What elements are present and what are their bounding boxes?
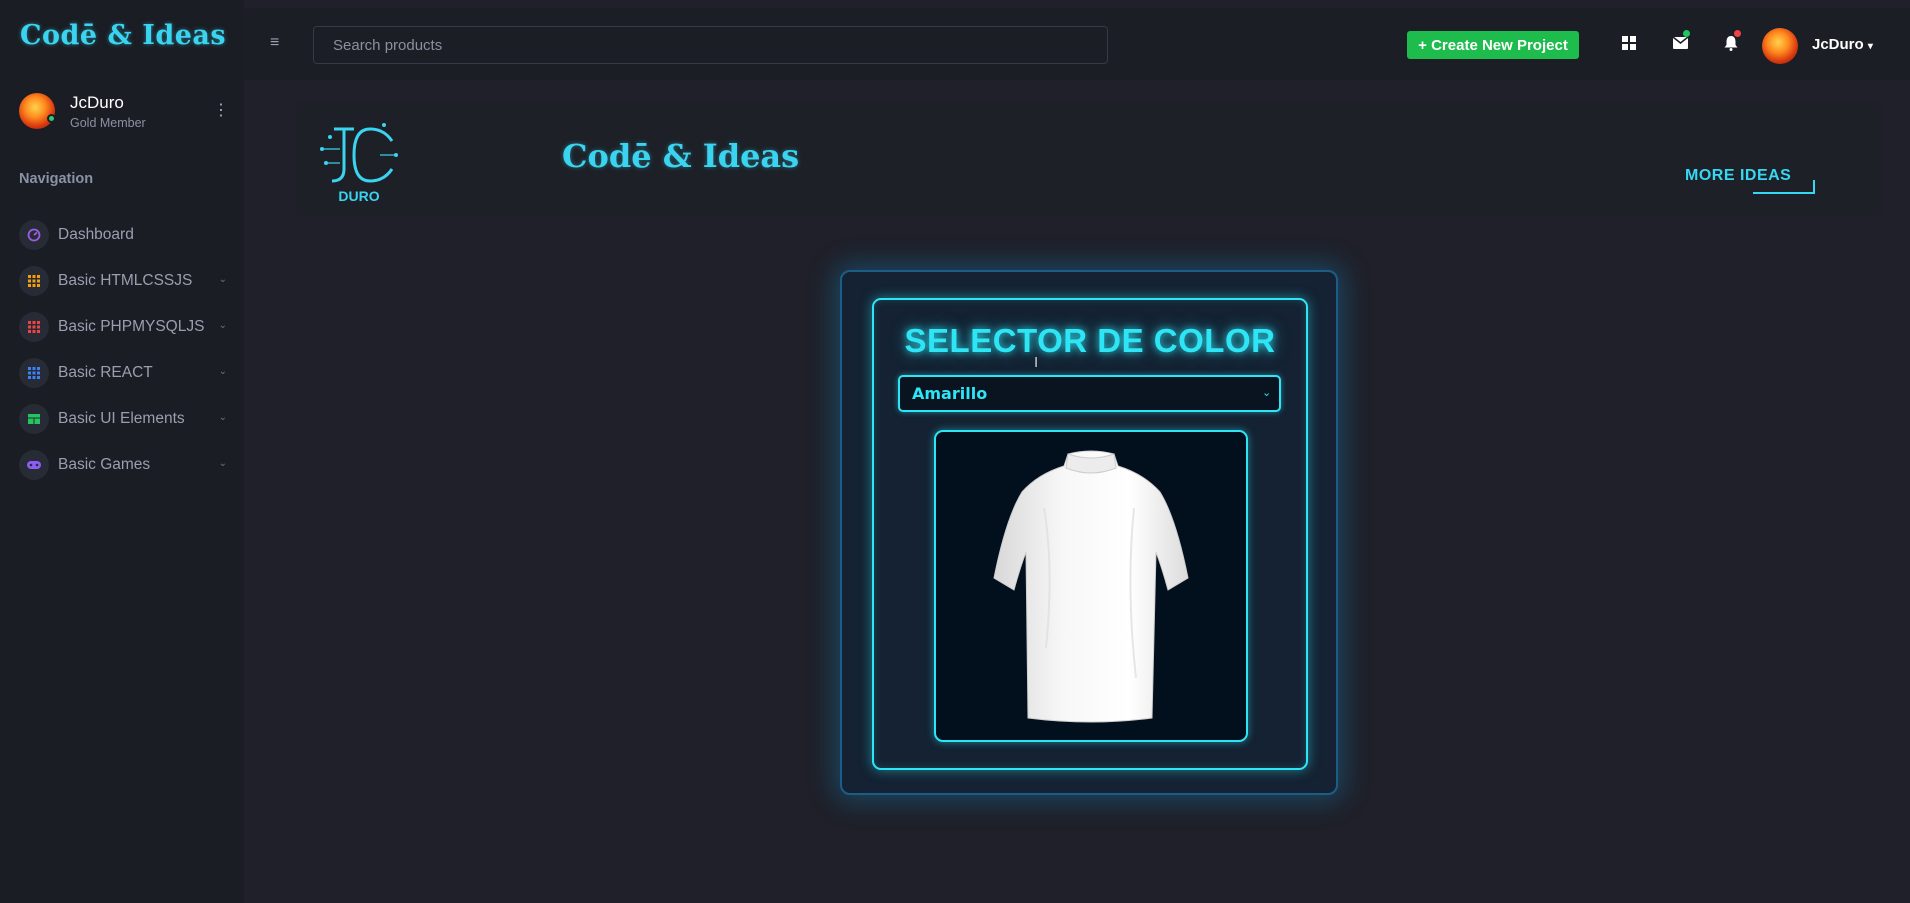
hamburger-icon[interactable]: ≡ [270,34,279,52]
notification-badge [1734,30,1741,37]
sidebar: Codē & Ideas JcDuro Gold Member ⋮ Naviga… [0,0,244,903]
grid-icon [19,312,49,342]
user-menu[interactable]: JcDuro ▾ [1812,36,1873,53]
sidebar-item-label: Basic UI Elements [58,410,185,427]
logo-text: DURO [338,188,379,204]
chevron-down-icon: ⌄ [218,366,227,377]
avatar[interactable] [19,93,56,129]
mail-badge [1683,30,1690,37]
grid-icon [19,266,49,296]
sidebar-item-label: Basic HTMLCSSJS [58,272,193,289]
caret-down-icon: ▾ [1867,41,1873,52]
color-select[interactable]: Amarillo [898,375,1281,412]
color-selector-title: SELECTOR DE COLOR [904,322,1276,359]
user-name: JcDuro [1812,36,1864,53]
hero-banner: DURO Codē & Ideas MORE IDEAS [295,101,1882,215]
profile-name: JcDuro [70,93,124,112]
search-input[interactable] [313,26,1108,64]
brand-logo[interactable]: Codē & Ideas [20,20,226,51]
apps-icon[interactable] [1618,33,1640,55]
color-selector-panel: SELECTOR DE COLOR Amarillo ⌄ [872,298,1308,770]
chevron-down-icon: ⌄ [218,274,227,285]
nav-heading: Navigation [19,171,94,187]
sidebar-profile: JcDuro Gold Member ⋮ [19,93,229,133]
sidebar-item-label: Basic PHPMYSQLJS [58,318,205,335]
sidebar-item-label: Basic REACT [58,364,153,381]
color-selector-card: SELECTOR DE COLOR Amarillo ⌄ [840,270,1338,795]
sidebar-item-basic-ui-elements[interactable]: Basic UI Elements ⌄ [19,396,227,442]
jc-duro-logo[interactable]: DURO [314,119,404,205]
gauge-icon [19,220,49,250]
grid-icon [19,358,49,388]
bell-icon[interactable] [1720,30,1742,55]
gamepad-icon [19,450,49,480]
tshirt-image [993,450,1189,723]
hero-title: Codē & Ideas [562,137,800,175]
nav-list: Dashboard Basic HTMLCSSJS ⌄ Basic PHPMYS… [19,212,227,488]
chevron-down-icon: ⌄ [218,412,227,423]
more-options-icon[interactable]: ⋮ [213,100,229,120]
sidebar-item-dashboard[interactable]: Dashboard [19,212,219,258]
profile-role: Gold Member [70,116,146,130]
text-cursor-icon: I [1034,354,1039,371]
user-avatar[interactable] [1762,28,1798,64]
sidebar-item-label: Basic Games [58,456,151,473]
mail-icon[interactable] [1669,30,1691,55]
more-ideas-button[interactable]: MORE IDEAS [1685,159,1821,194]
sidebar-item-label: Dashboard [58,226,134,243]
sidebar-item-basic-react[interactable]: Basic REACT ⌄ [19,350,227,396]
create-new-project-button[interactable]: + Create New Project [1407,31,1579,59]
chevron-down-icon: ⌄ [218,458,227,469]
sidebar-item-basic-htmlcssjs[interactable]: Basic HTMLCSSJS ⌄ [19,258,227,304]
tshirt-preview [934,430,1248,742]
sidebar-item-basic-games[interactable]: Basic Games ⌄ [19,442,227,488]
table-icon [19,404,49,434]
chevron-down-icon: ⌄ [218,320,227,331]
sidebar-item-basic-phpmysqljs[interactable]: Basic PHPMYSQLJS ⌄ [19,304,227,350]
topbar: ≡ + Create New Project JcDuro ▾ [244,8,1910,80]
online-status-dot [47,114,56,123]
